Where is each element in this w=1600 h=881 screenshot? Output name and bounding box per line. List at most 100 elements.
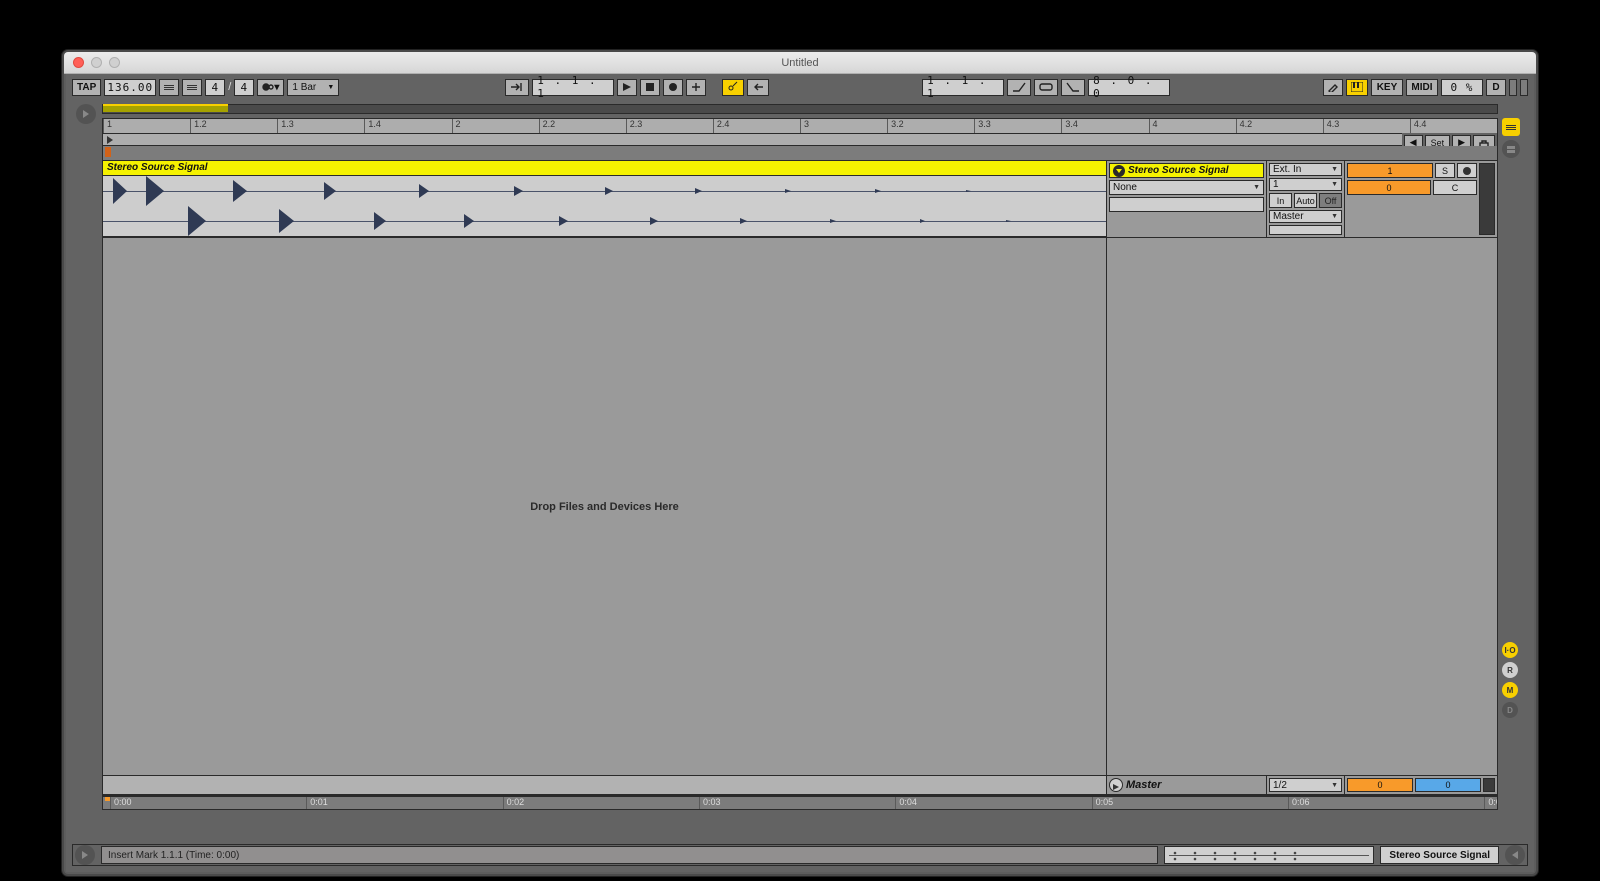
loop-brace-lane[interactable] <box>102 146 1498 161</box>
scrub-area[interactable]: ◀ Set ▶ <box>102 134 1498 146</box>
time-tick: 0:05 <box>1092 797 1114 809</box>
session-arrangement-toggle[interactable] <box>1502 118 1520 136</box>
browser-toggle-button[interactable] <box>76 104 96 124</box>
draw-mode-button[interactable] <box>1323 79 1343 96</box>
ruler-tick: 4.3 <box>1323 119 1340 133</box>
ruler-tick: 2.3 <box>626 119 643 133</box>
drop-area[interactable]: Drop Files and Devices Here <box>103 238 1106 775</box>
groove-amount-slider[interactable] <box>1164 846 1374 864</box>
detail-view-toggle-left[interactable] <box>75 845 95 865</box>
punch-out-button[interactable] <box>1061 79 1085 96</box>
app-window: Untitled TAP 136.00 4 / 4 ▾ 1 Bar▼ 1 . 1… <box>62 50 1538 876</box>
titlebar[interactable]: Untitled <box>64 52 1536 74</box>
quantize-menu[interactable]: 1 Bar▼ <box>287 79 339 96</box>
track-title[interactable]: Stereo Source Signal <box>1109 163 1264 178</box>
input-type-chooser[interactable]: Ext. In <box>1269 163 1342 176</box>
song-position[interactable]: 1 . 1 . 1 <box>532 79 614 96</box>
automation-chooser[interactable] <box>1109 197 1264 212</box>
track-mixer-area: Stereo Source Signal None Ext. In 1 In <box>1107 161 1497 795</box>
metronome-button[interactable]: ▾ <box>257 79 284 96</box>
ruler-tick: 2.2 <box>539 119 556 133</box>
ruler-tick: 3 <box>800 119 809 133</box>
loop-length[interactable]: 8 . 0 . 0 <box>1088 79 1170 96</box>
loop-button[interactable] <box>1034 79 1058 96</box>
time-tick: 0:00 <box>110 797 132 809</box>
master-name[interactable]: Master <box>1126 779 1161 791</box>
timeline-area[interactable]: Stereo Source Signal <box>103 161 1107 795</box>
monitor-off-button[interactable]: Off <box>1319 193 1342 208</box>
return-tracks-toggle[interactable]: R <box>1502 662 1518 678</box>
timesig-num[interactable]: 4 <box>205 79 225 96</box>
ruler-tick: 2.4 <box>713 119 730 133</box>
ruler-tick: 3.2 <box>887 119 904 133</box>
computer-midi-keyboard-button[interactable] <box>1346 79 1368 96</box>
overdub-button[interactable] <box>686 79 706 96</box>
stop-button[interactable] <box>640 79 660 96</box>
midi-map-button[interactable]: MIDI <box>1406 79 1438 96</box>
time-tick: 0:01 <box>306 797 328 809</box>
device-chooser[interactable]: None <box>1109 180 1264 195</box>
clip-header[interactable]: Stereo Source Signal <box>103 161 1106 176</box>
monitor-in-button[interactable]: In <box>1269 193 1292 208</box>
play-button[interactable] <box>617 79 637 96</box>
delay-section-toggle[interactable]: D <box>1502 702 1518 718</box>
status-info: Insert Mark 1.1.1 (Time: 0:00) <box>101 846 1158 864</box>
clip-waveform[interactable] <box>103 176 1106 237</box>
automation-arm-button[interactable] <box>722 79 744 96</box>
track-fold-button[interactable] <box>1113 165 1125 177</box>
detail-view-toggle-right[interactable] <box>1505 845 1525 865</box>
record-button[interactable] <box>663 79 683 96</box>
track-pan[interactable]: C <box>1433 180 1477 195</box>
nudge-down-button[interactable] <box>159 79 179 96</box>
track-lane[interactable]: Stereo Source Signal <box>103 161 1106 238</box>
timesig-den[interactable]: 4 <box>234 79 254 96</box>
control-bar: TAP 136.00 4 / 4 ▾ 1 Bar▼ 1 . 1 . 1 1 . … <box>66 74 1534 100</box>
key-map-button[interactable]: KEY <box>1371 79 1403 96</box>
tap-tempo-button[interactable]: TAP <box>72 79 101 96</box>
loop-start-marker[interactable] <box>105 147 111 157</box>
io-section-toggle[interactable]: I·O <box>1502 642 1518 658</box>
ruler-tick: 4 <box>1149 119 1158 133</box>
ruler-tick: 1 <box>103 119 112 133</box>
nudge-up-button[interactable] <box>182 79 202 96</box>
ruler-tick: 4.4 <box>1410 119 1427 133</box>
time-tick: 0:04 <box>895 797 917 809</box>
midi-track-out-indicator <box>1520 79 1528 96</box>
overload-indicator[interactable]: D <box>1486 79 1506 96</box>
punch-in-button[interactable] <box>1007 79 1031 96</box>
master-output-chooser[interactable]: 1/2 <box>1269 778 1342 792</box>
time-tick: 0:07 <box>1484 797 1498 809</box>
time-ruler[interactable]: 0:000:010:020:030:040:050:060:07 <box>102 796 1498 810</box>
loop-start[interactable]: 1 . 1 . 1 <box>922 79 1004 96</box>
input-channel-chooser[interactable]: 1 <box>1269 178 1342 191</box>
device-view-toggle[interactable] <box>1502 140 1520 158</box>
tempo-field[interactable]: 136.00 <box>104 79 156 96</box>
cue-volume[interactable]: 0 <box>1415 778 1481 792</box>
reenable-automation-button[interactable] <box>747 79 769 96</box>
midi-track-in-indicator <box>1509 79 1517 96</box>
arrangement-overview[interactable] <box>102 104 1498 114</box>
monitor-auto-button[interactable]: Auto <box>1294 193 1317 208</box>
master-fold-button[interactable] <box>1109 778 1123 792</box>
window-title: Untitled <box>64 57 1536 69</box>
time-tick: 0:06 <box>1288 797 1310 809</box>
master-timeline[interactable] <box>103 776 1107 794</box>
mixer-section-toggle[interactable]: M <box>1502 682 1518 698</box>
selected-device-name[interactable]: Stereo Source Signal <box>1380 846 1499 864</box>
follow-button[interactable] <box>505 79 529 96</box>
master-volume[interactable]: 0 <box>1347 778 1413 792</box>
beat-time-ruler[interactable]: 11.21.31.422.22.32.433.23.33.444.24.34.4… <box>102 118 1498 134</box>
track-activator-button[interactable]: 1 <box>1347 163 1433 178</box>
arm-button[interactable] <box>1457 163 1477 178</box>
solo-button[interactable]: S <box>1435 163 1455 178</box>
track-meter <box>1479 163 1495 235</box>
track-row: Stereo Source Signal None Ext. In 1 In <box>1107 161 1497 238</box>
ruler-tick: 2 <box>452 119 461 133</box>
overview-view-region[interactable] <box>103 104 228 106</box>
ruler-tick: 1.2 <box>190 119 207 133</box>
track-volume[interactable]: 0 <box>1347 180 1431 195</box>
output-chooser[interactable]: Master <box>1269 210 1342 223</box>
arrangement-view: I·O R M D 11.21.31.422.22.32.433.23.33.4… <box>72 104 1528 810</box>
ruler-tick: 4.2 <box>1236 119 1253 133</box>
output-channel-chooser[interactable] <box>1269 225 1342 235</box>
